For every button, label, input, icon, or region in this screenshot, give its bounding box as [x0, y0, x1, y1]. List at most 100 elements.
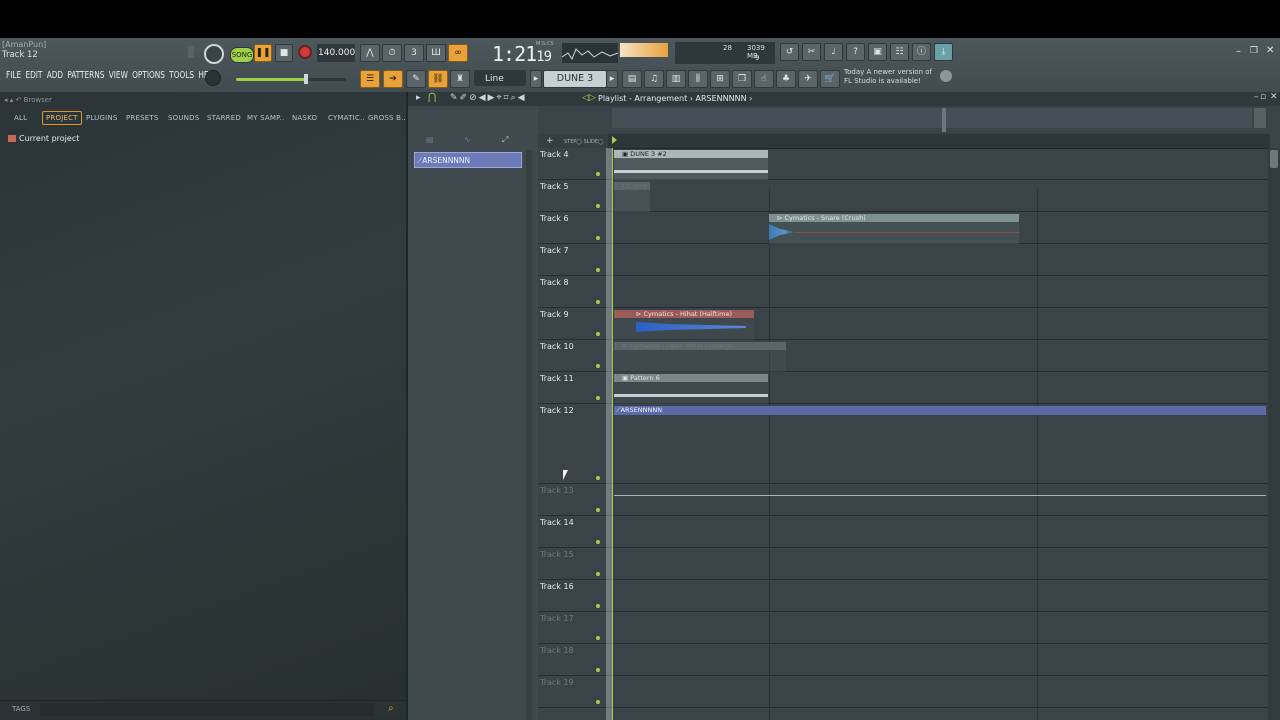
- track-mute-led-icon[interactable]: [596, 540, 600, 544]
- master-slider-handle[interactable]: [304, 74, 308, 84]
- pattern-prev-icon[interactable]: ▸: [530, 70, 542, 88]
- plugin-icon[interactable]: ✈: [798, 70, 818, 88]
- track-mute-led-icon[interactable]: [596, 236, 600, 240]
- menu-options[interactable]: OPTIONS: [132, 70, 165, 81]
- track-label[interactable]: Track 5: [540, 182, 569, 191]
- tree-item-current-project[interactable]: Current project: [8, 134, 79, 143]
- mixer-icon[interactable]: ☷: [890, 43, 909, 61]
- track-mute-led-icon[interactable]: [596, 668, 600, 672]
- browser-tab-plugins[interactable]: PLUGINS: [86, 114, 117, 122]
- cut-icon[interactable]: ✂: [802, 43, 821, 61]
- browser-tab-project[interactable]: PROJECT: [42, 111, 82, 125]
- playlist-icon[interactable]: ▤: [622, 70, 642, 88]
- step-label-icon[interactable]: STEP◯ SLIDE◯: [564, 139, 604, 145]
- track-label[interactable]: Track 19: [540, 678, 574, 687]
- mixer-view-icon[interactable]: ⫼: [688, 70, 708, 88]
- playlist-restore-icon[interactable]: ▫: [1260, 92, 1266, 102]
- timeline-ruler[interactable]: [608, 134, 1270, 149]
- metronome-icon[interactable]: ⋀: [360, 44, 380, 62]
- loop-record-icon[interactable]: ∞: [448, 44, 468, 62]
- master-slider[interactable]: [236, 78, 346, 81]
- clip-dune-3-2[interactable]: ▣ DUNE 3 #2: [614, 150, 768, 180]
- track-label[interactable]: Track 12: [540, 406, 574, 415]
- track-row[interactable]: Track 16: [538, 580, 1280, 612]
- save-icon[interactable]: ▣: [868, 43, 887, 61]
- master-volume-knob[interactable]: [204, 44, 224, 64]
- magnet-icon[interactable]: ⋂: [428, 92, 436, 103]
- picker-automation-icon[interactable]: ⤢: [502, 135, 508, 145]
- playlist-minimize-icon[interactable]: –: [1254, 92, 1259, 102]
- browser-icon[interactable]: ❐: [732, 70, 752, 88]
- track-label[interactable]: Track 16: [540, 582, 574, 591]
- window-close-icon[interactable]: ✕: [1266, 45, 1274, 56]
- playlist-tools-icons[interactable]: ✎✐⊘◀▶⌖⌗⌕◀: [450, 93, 527, 103]
- countdown-icon[interactable]: 3: [404, 44, 424, 62]
- stamp-icon[interactable]: ♜: [450, 70, 470, 88]
- browser-tab-gross-beat[interactable]: GROSS B..: [368, 114, 406, 122]
- channel-rack-icon[interactable]: ▥: [666, 70, 686, 88]
- track-label[interactable]: Track 6: [540, 214, 569, 223]
- next-icon[interactable]: ➔: [383, 70, 403, 88]
- track-label[interactable]: Track 17: [540, 614, 574, 623]
- plugin-picker-icon[interactable]: ⊞: [710, 70, 730, 88]
- track-mute-led-icon[interactable]: [596, 476, 600, 480]
- clip-hihat-halftime[interactable]: ⊳ Cymatics - Hihat (Halftime): [614, 310, 754, 340]
- stop-button[interactable]: ■: [275, 44, 293, 62]
- browser-tab-my-samples[interactable]: MY SAMP..: [247, 114, 284, 122]
- track-label[interactable]: Track 11: [540, 374, 574, 383]
- browser-tab-nasko[interactable]: NASKO: [292, 114, 317, 122]
- news-download-icon[interactable]: [940, 70, 952, 82]
- track-mute-led-icon[interactable]: [596, 300, 600, 304]
- step-edit-icon[interactable]: Ш: [426, 44, 446, 62]
- track-mute-led-icon[interactable]: [596, 396, 600, 400]
- track-mute-led-icon[interactable]: [596, 172, 600, 176]
- info-icon[interactable]: ⓘ: [912, 43, 931, 61]
- hint-scroll-icon[interactable]: [188, 46, 194, 58]
- tags-field[interactable]: [40, 703, 374, 716]
- window-restore-icon[interactable]: ❐: [1250, 46, 1258, 56]
- playlist-menu-arrow-icon[interactable]: ▸: [416, 93, 421, 103]
- picker-pattern-icon[interactable]: ▤: [426, 135, 434, 144]
- track-row[interactable]: Track 19: [538, 676, 1280, 708]
- track-mute-led-icon[interactable]: [596, 700, 600, 704]
- browser-tab-all[interactable]: ALL: [14, 114, 27, 122]
- track-row[interactable]: Track 7: [538, 244, 1280, 276]
- playhead-marker-icon[interactable]: [612, 136, 617, 144]
- link-icon[interactable]: ⛓: [428, 70, 448, 88]
- track-label[interactable]: Track 14: [540, 518, 574, 527]
- track-mute-led-icon[interactable]: [596, 572, 600, 576]
- track-mute-led-icon[interactable]: [596, 636, 600, 640]
- track-row[interactable]: Track 8: [538, 276, 1280, 308]
- tags-search-icon[interactable]: ⌕: [388, 703, 394, 714]
- picker-scrollbar[interactable]: [526, 150, 532, 720]
- pencil-tool-icon[interactable]: ✎: [406, 70, 426, 88]
- playlist-vertical-scrollbar[interactable]: [1268, 148, 1280, 720]
- track-mute-led-icon[interactable]: [596, 332, 600, 336]
- piano-roll-icon[interactable]: ♫: [644, 70, 664, 88]
- pattern-selector[interactable]: DUNE 3: [543, 70, 607, 88]
- track-mute-led-icon[interactable]: [596, 204, 600, 208]
- news-panel[interactable]: Today A newer version of FL Studio is av…: [844, 68, 954, 88]
- overview-strip[interactable]: [612, 108, 1252, 128]
- menu-add[interactable]: ADD: [47, 70, 63, 81]
- wait-input-icon[interactable]: ⏱: [382, 44, 402, 62]
- playlist-play-icon[interactable]: ◁▷: [582, 93, 596, 103]
- clip-arsennnnn-automation[interactable]: ⟋ARSENNNNN: [614, 406, 1266, 496]
- clip-snare-crush[interactable]: ⊳ Cymatics - Snare (Crush): [769, 214, 1019, 244]
- undo-icon[interactable]: ↺: [780, 43, 799, 61]
- track-row[interactable]: Track 15: [538, 548, 1280, 580]
- tempo-display[interactable]: 140.000: [317, 44, 355, 62]
- track-row[interactable]: Track 18: [538, 644, 1280, 676]
- browser-tab-sounds[interactable]: SOUNDS: [168, 114, 199, 122]
- track-row[interactable]: Track 14: [538, 516, 1280, 548]
- microphone-icon[interactable]: ♩: [824, 43, 843, 61]
- track-label[interactable]: Track 10: [540, 342, 574, 351]
- picker-audio-icon[interactable]: ∿: [464, 135, 471, 144]
- pattern-add-icon[interactable]: ▸: [606, 70, 618, 88]
- snap-select[interactable]: Line: [474, 70, 526, 86]
- track-label[interactable]: Track 8: [540, 278, 569, 287]
- song-mode-button[interactable]: SONG: [230, 47, 254, 63]
- menu-view[interactable]: VIEW: [109, 70, 128, 81]
- picker-item-arsennnnn[interactable]: ⟋ARSENNNNN: [414, 152, 522, 168]
- browser-tab-starred[interactable]: STARRED: [207, 114, 241, 122]
